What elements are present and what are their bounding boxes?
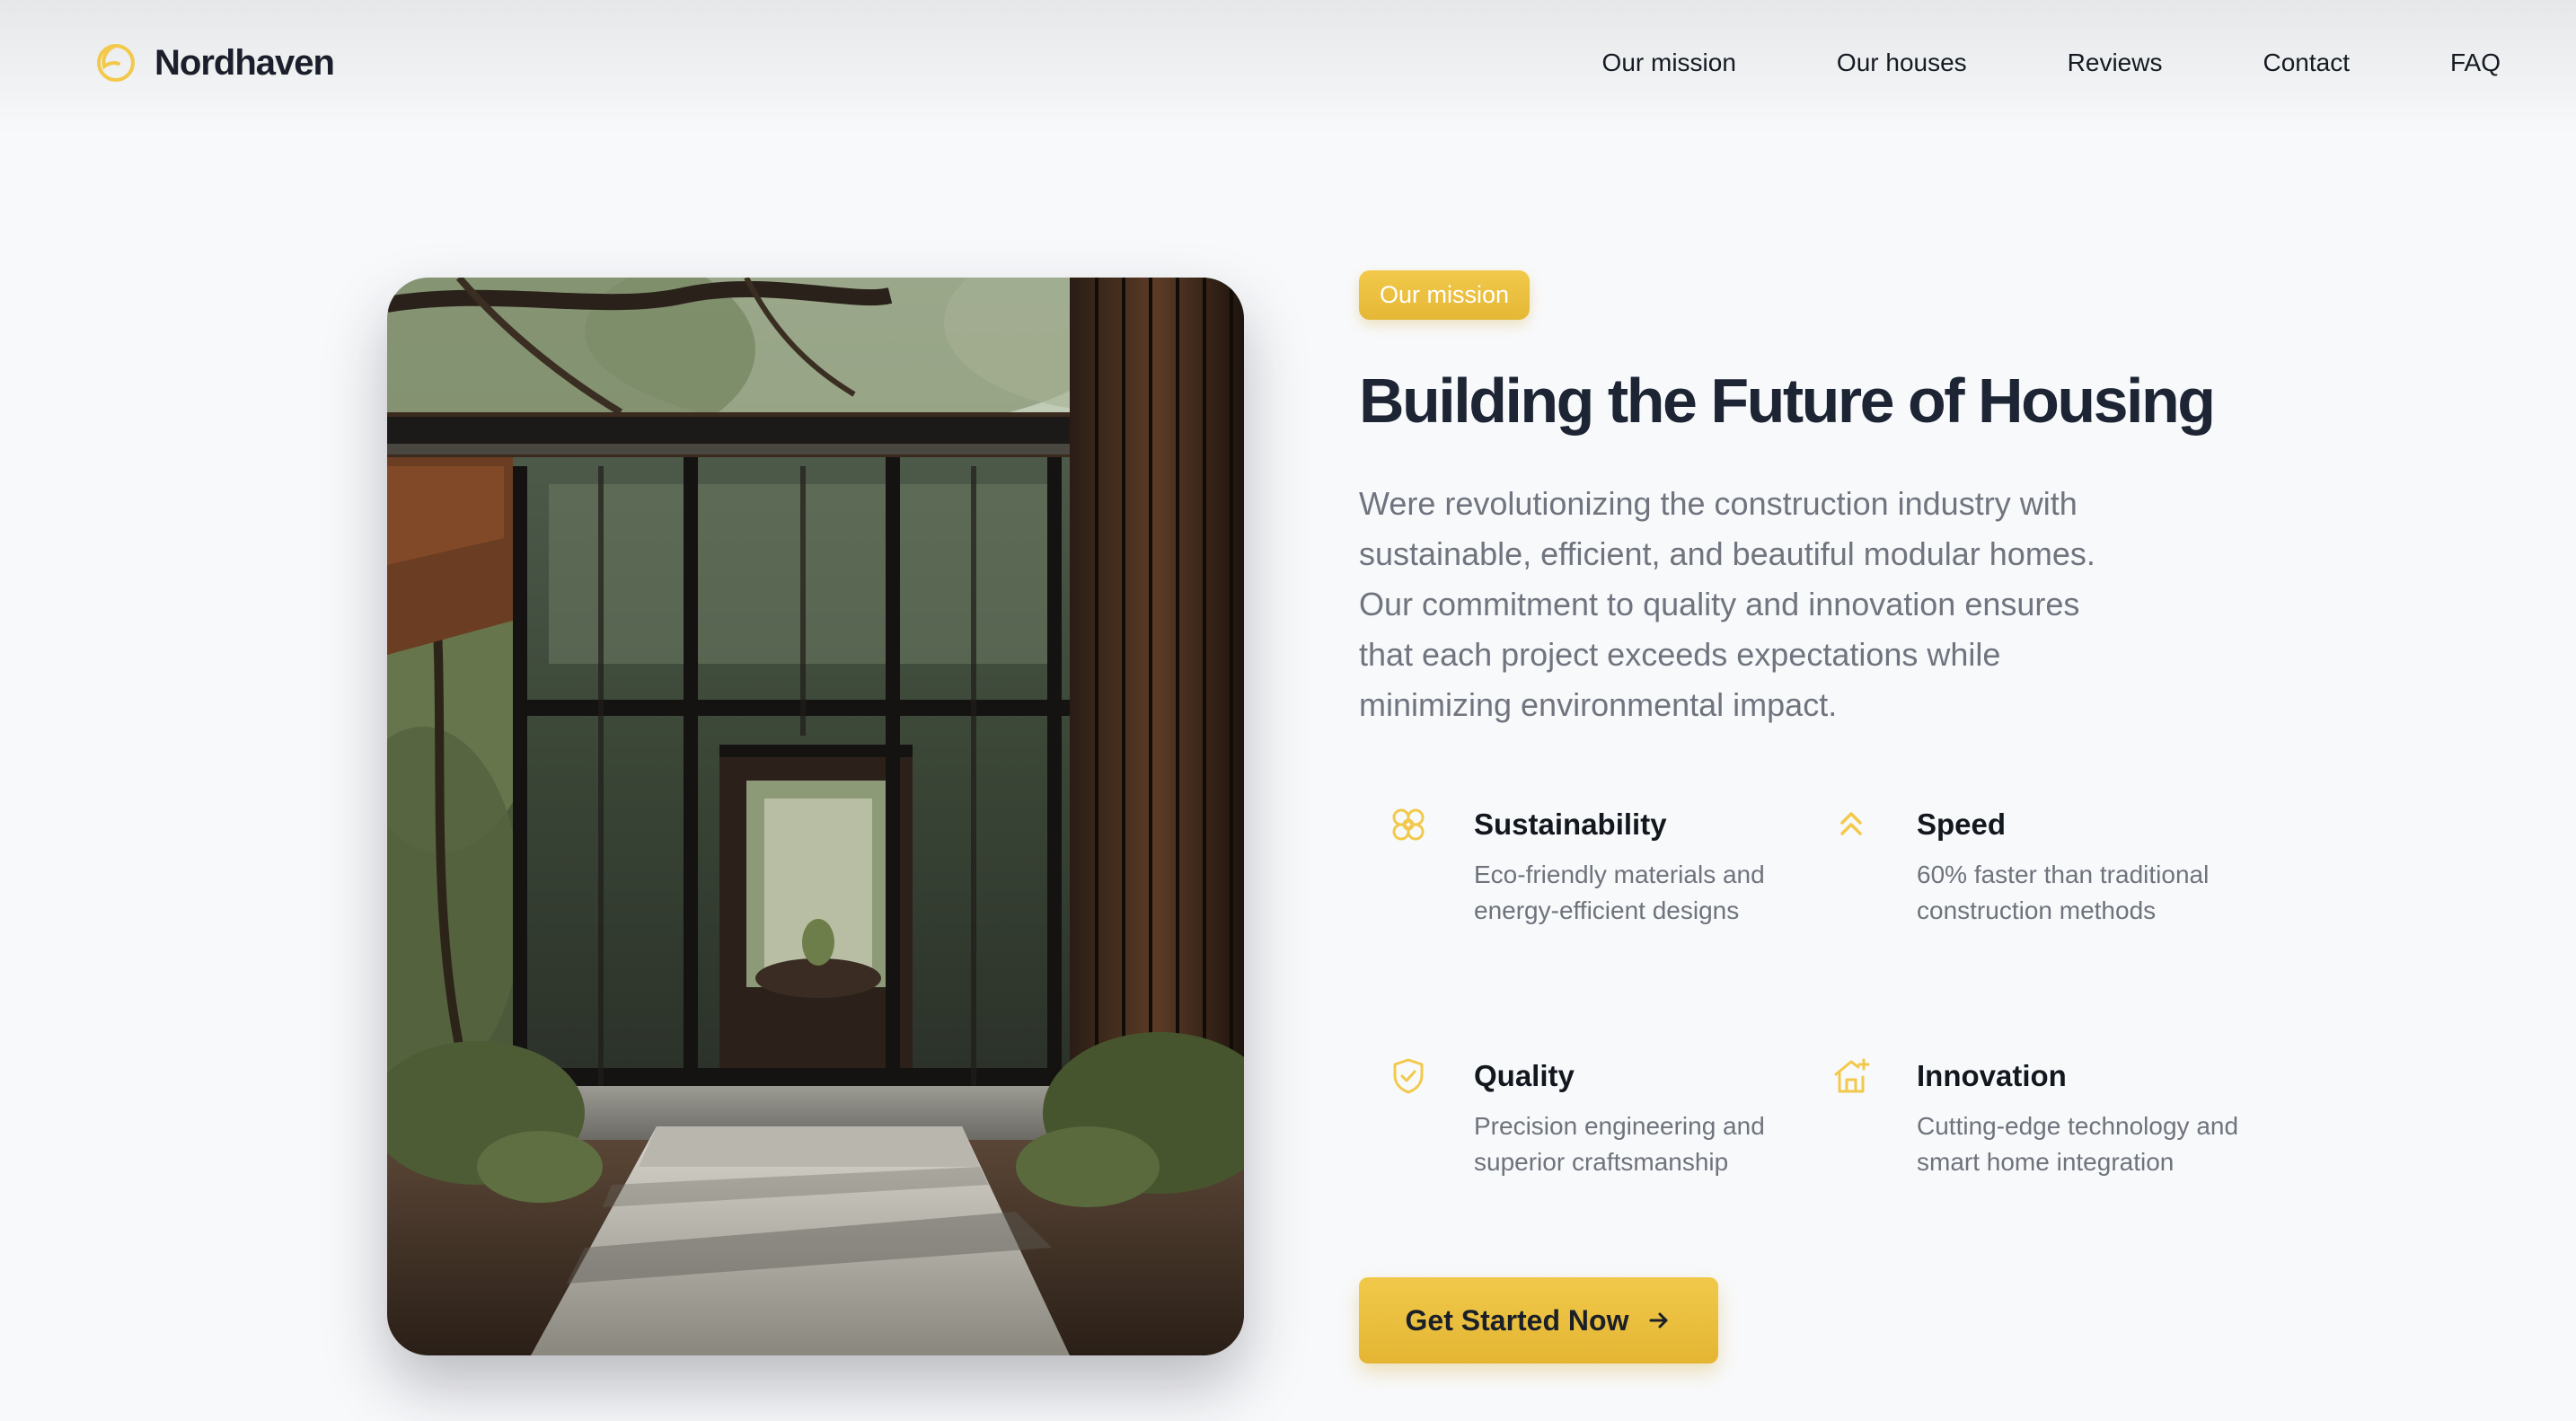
flower-icon <box>1389 805 1428 844</box>
nav-link-faq[interactable]: FAQ <box>2450 49 2501 77</box>
smart-home-icon <box>1831 1056 1871 1096</box>
modern-glass-house-photo <box>387 278 1244 1355</box>
feature-title: Quality <box>1474 1059 1575 1092</box>
nav-link-contact[interactable]: Contact <box>2263 49 2350 77</box>
shield-check-icon <box>1389 1056 1428 1096</box>
section-description: Were revolutionizing the construction in… <box>1359 485 2095 723</box>
section-badge: Our mission <box>1359 270 1531 320</box>
feature-title: Innovation <box>1917 1059 2067 1092</box>
crescent-logo-icon <box>97 44 135 82</box>
brand-home-link[interactable]: Nordhaven <box>95 40 335 86</box>
double-chevron-up-icon <box>1831 805 1871 844</box>
feature-title: Speed <box>1917 808 2007 841</box>
feature-description: Precision engineering and superior craft… <box>1474 1112 1765 1176</box>
section-heading: Building the Future of Housing <box>1359 366 2216 436</box>
feature-description: 60% faster than traditional construction… <box>1917 861 2210 924</box>
brand-name: Nordhaven <box>154 42 335 83</box>
nav-link-reviews[interactable]: Reviews <box>2068 49 2163 77</box>
feature-description: Cutting-edge technology and smart home i… <box>1917 1112 2239 1176</box>
arrow-right-icon <box>1649 1312 1668 1328</box>
feature-title: Sustainability <box>1474 808 1667 841</box>
nav-link-our-houses[interactable]: Our houses <box>1837 49 1967 77</box>
feature-description: Eco-friendly materials and energy-effici… <box>1474 861 1765 924</box>
nav-link-our-mission[interactable]: Our mission <box>1602 49 1736 77</box>
top-navigation: Nordhaven Our mission Our houses Reviews… <box>0 0 2576 135</box>
get-started-label: Get Started Now <box>1405 1303 1629 1337</box>
get-started-button[interactable]: Get Started Now <box>1359 1277 1718 1364</box>
nav-links: Our mission Our houses Reviews Contact F… <box>1602 40 2501 86</box>
